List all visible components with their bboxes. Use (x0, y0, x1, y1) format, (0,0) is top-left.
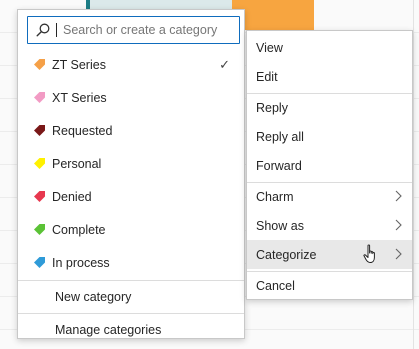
category-item-denied[interactable]: Denied (18, 180, 244, 213)
tag-icon (34, 224, 45, 235)
menu-item-forward[interactable]: Forward (247, 151, 412, 180)
category-item-complete[interactable]: Complete (18, 213, 244, 246)
category-item-zt-series[interactable]: ZT Series ✓ (18, 48, 244, 81)
category-search-box[interactable] (27, 16, 240, 44)
tag-icon (34, 59, 45, 70)
tag-icon (34, 191, 45, 202)
menu-item-label: Categorize (256, 247, 317, 262)
calendar-gridline (413, 0, 414, 349)
text-caret (56, 23, 57, 37)
new-category-label: New category (55, 290, 132, 304)
menu-item-view[interactable]: View (247, 33, 412, 62)
category-item-xt-series[interactable]: XT Series (18, 81, 244, 114)
tag-icon (34, 92, 45, 103)
manage-categories-label: Manage categories (55, 323, 162, 337)
category-label: XT Series (52, 90, 107, 105)
category-menu: ZT Series ✓ XT Series Requested Personal… (17, 9, 245, 339)
menu-divider (18, 280, 244, 281)
check-icon: ✓ (219, 57, 230, 72)
hand-cursor-icon (363, 244, 375, 263)
category-list: ZT Series ✓ XT Series Requested Personal… (18, 48, 244, 279)
menu-item-label: Show as (256, 218, 304, 233)
category-label: Requested (52, 123, 113, 138)
category-label: Complete (52, 222, 106, 237)
category-item-requested[interactable]: Requested (18, 114, 244, 147)
chevron-right-icon (395, 219, 402, 231)
menu-item-label: View (256, 40, 283, 55)
menu-item-label: Charm (256, 189, 294, 204)
menu-item-label: Edit (256, 69, 278, 84)
context-menu: View Edit Reply Reply all Forward Charm … (246, 30, 413, 300)
category-search-input[interactable] (63, 23, 233, 37)
tag-icon (34, 125, 45, 136)
chevron-right-icon (395, 190, 402, 202)
search-icon (36, 23, 50, 37)
category-label: ZT Series (52, 57, 106, 72)
menu-divider (18, 313, 244, 314)
category-label: Personal (52, 156, 102, 171)
menu-item-cancel[interactable]: Cancel (247, 271, 412, 300)
chevron-right-icon (395, 248, 402, 260)
menu-item-reply-all[interactable]: Reply all (247, 122, 412, 151)
category-item-personal[interactable]: Personal (18, 147, 244, 180)
menu-item-label: Reply all (256, 129, 304, 144)
menu-item-label: Cancel (256, 278, 295, 293)
tag-icon (34, 257, 45, 268)
category-label: Denied (52, 189, 92, 204)
category-label: In process (52, 255, 110, 270)
menu-item-show-as[interactable]: Show as (247, 211, 412, 240)
tag-icon (34, 158, 45, 169)
new-category-button[interactable]: New category (18, 282, 244, 312)
menu-item-label: Forward (256, 158, 302, 173)
category-item-in-process[interactable]: In process (18, 246, 244, 279)
menu-item-edit[interactable]: Edit (247, 62, 412, 91)
menu-item-label: Reply (256, 100, 288, 115)
menu-item-categorize[interactable]: Categorize (247, 240, 412, 269)
menu-item-reply[interactable]: Reply (247, 93, 412, 122)
menu-item-charm[interactable]: Charm (247, 182, 412, 211)
manage-categories-button[interactable]: Manage categories (18, 315, 244, 345)
